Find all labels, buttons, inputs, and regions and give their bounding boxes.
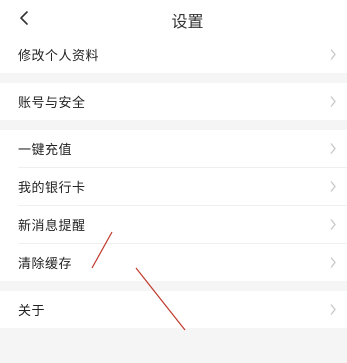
settings-item-label: 一键充值 (18, 143, 73, 158)
settings-item-bank-card[interactable]: 我的银行卡 (0, 168, 347, 205)
page-title: 设置 (171, 12, 204, 31)
settings-item-account-security[interactable]: 账号与安全 (0, 83, 347, 120)
settings-item-message-notify[interactable]: 新消息提醒 (0, 206, 347, 243)
settings-item-about[interactable]: 关于 (0, 291, 347, 328)
settings-item-label: 关于 (18, 304, 46, 319)
settings-list: 修改个人资料 账号与安全 一键充值 我的银行卡 新消息提醒 清除缓存 关于 (0, 36, 347, 328)
settings-item-edit-profile[interactable]: 修改个人资料 (0, 36, 347, 73)
chevron-right-icon (329, 300, 337, 319)
settings-item-clear-cache[interactable]: 清除缓存 (0, 244, 347, 281)
settings-item-label: 清除缓存 (18, 257, 73, 272)
section-gap (0, 120, 347, 130)
settings-item-recharge[interactable]: 一键充值 (0, 130, 347, 167)
section-gap (0, 281, 347, 291)
settings-item-label: 新消息提醒 (18, 219, 86, 234)
settings-item-label: 账号与安全 (18, 96, 86, 111)
top-bar: 设置 (0, 0, 347, 36)
chevron-right-icon (329, 177, 337, 196)
chevron-right-icon (329, 253, 337, 272)
settings-item-label: 我的银行卡 (18, 181, 86, 196)
settings-item-label: 修改个人资料 (18, 49, 100, 64)
section-gap (0, 73, 347, 83)
chevron-right-icon (329, 92, 337, 111)
chevron-right-icon (329, 215, 337, 234)
chevron-right-icon (329, 139, 337, 158)
chevron-right-icon (329, 45, 337, 64)
